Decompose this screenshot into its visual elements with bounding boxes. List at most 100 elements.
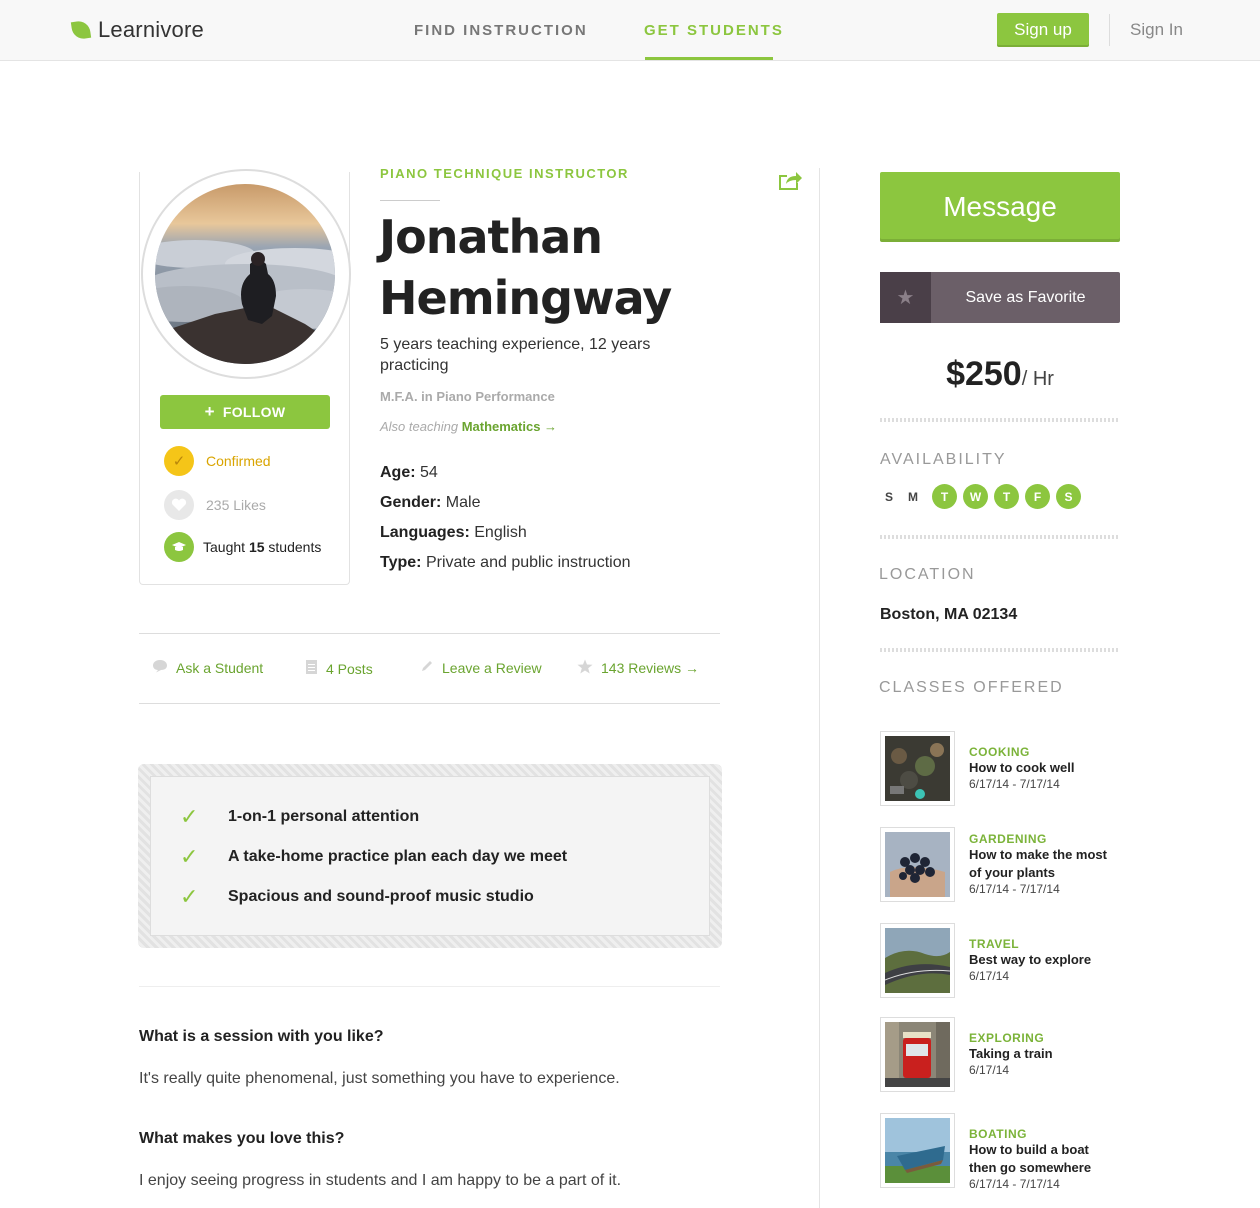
availability-day: F (1025, 484, 1050, 509)
class-item[interactable]: EXPLORING Taking a train 6/17/14 (880, 1017, 1119, 1092)
class-category: BOATING (969, 1127, 1027, 1141)
role-divider (380, 200, 440, 201)
confirmed-label: Confirmed (206, 453, 271, 469)
price-unit: / Hr (1021, 368, 1054, 390)
taught-text: Taught 15 students (203, 539, 322, 555)
instructor-details: Age: 54 Gender: Male Languages: English … (380, 458, 631, 578)
classes-heading: CLASSES OFFERED (879, 679, 1064, 696)
dotted-divider (880, 418, 1118, 422)
boat-image (885, 1118, 950, 1183)
likes-count: 235 Likes (206, 497, 266, 513)
road-image (885, 928, 950, 993)
brand-logo[interactable]: Learnivore (70, 17, 204, 43)
class-date: 6/17/14 - 7/17/14 (969, 777, 1060, 791)
tram-image (885, 1022, 950, 1087)
class-title: How to cook well (969, 760, 1075, 775)
brand-name: Learnivore (98, 17, 204, 42)
taught-row: Taught 15 students (164, 532, 321, 562)
detail-languages: Languages: English (380, 524, 527, 541)
signin-link[interactable]: Sign In (1130, 20, 1183, 40)
follow-button[interactable]: + FOLLOW (160, 395, 330, 429)
ask-student-link[interactable]: Ask a Student (152, 659, 263, 676)
top-navigation-bar: Learnivore FIND INSTRUCTION GET STUDENTS… (0, 0, 1260, 61)
class-date: 6/17/14 - 7/17/14 (969, 1177, 1060, 1191)
dotted-divider (880, 535, 1118, 539)
avatar-photo (155, 184, 335, 364)
availability-day: W (963, 484, 988, 509)
share-icon[interactable] (777, 169, 803, 196)
document-icon (305, 659, 318, 678)
confirmed-badge-icon: ✓ (164, 446, 194, 476)
location-text: Boston, MA 02134 (880, 606, 1018, 623)
class-title: Best way to explore (969, 952, 1092, 967)
message-button[interactable]: Message (880, 172, 1120, 242)
class-category: COOKING (969, 745, 1030, 759)
plus-icon: + (204, 402, 215, 421)
degree-text: M.F.A. in Piano Performance (380, 389, 555, 404)
class-date: 6/17/14 (969, 969, 1010, 983)
answer-text: It's really quite phenomenal, just somet… (139, 1070, 620, 1087)
experience-text: 5 years teaching experience, 12 years pr… (380, 336, 651, 374)
class-thumbnail (880, 1017, 955, 1092)
leave-review-link[interactable]: Leave a Review (420, 659, 542, 676)
nav-find-instruction[interactable]: FIND INSTRUCTION (414, 22, 588, 39)
class-date: 6/17/14 - 7/17/14 (969, 882, 1060, 896)
class-title: Taking a train (969, 1046, 1053, 1061)
detail-age: Age: 54 (380, 464, 438, 481)
class-item[interactable]: TRAVEL Best way to explore 6/17/14 (880, 923, 1119, 998)
location-heading: LOCATION (879, 566, 976, 583)
also-teaching: Also teaching Mathematics → (380, 419, 558, 434)
berries-image (885, 832, 950, 897)
check-icon: ✓ (180, 884, 199, 909)
price-amount: $250 (946, 355, 1022, 393)
section-divider (139, 986, 720, 987)
nav-get-students[interactable]: GET STUDENTS (644, 22, 784, 39)
cooking-image (885, 736, 950, 801)
save-favorite-label: Save as Favorite (965, 288, 1086, 306)
answer-text: I enjoy seeing progress in students and … (139, 1172, 622, 1189)
class-item[interactable]: BOATING How to build a boat then go some… (880, 1113, 1119, 1191)
class-thumbnail (880, 923, 955, 998)
class-title: How to make the most of your plants (969, 847, 1107, 880)
check-icon: ✓ (180, 844, 199, 869)
header-divider (1109, 14, 1110, 46)
reviews-link[interactable]: 143 Reviews → (577, 659, 699, 677)
dotted-divider (880, 648, 1118, 652)
star-icon (577, 659, 593, 677)
availability-day: T (994, 484, 1019, 509)
follow-label: FOLLOW (222, 404, 286, 420)
detail-gender: Gender: Male (380, 494, 481, 511)
class-category: GARDENING (969, 832, 1047, 846)
also-teaching-link[interactable]: Mathematics → (462, 419, 557, 434)
availability-days: SMTWTFS (880, 484, 1081, 509)
class-date: 6/17/14 (969, 1063, 1010, 1077)
availability-day: M (908, 489, 918, 504)
hourly-rate: $250/ Hr (880, 355, 1120, 394)
availability-day: T (932, 484, 957, 509)
class-item[interactable]: GARDENING How to make the most of your p… (880, 818, 1119, 902)
class-item[interactable]: COOKING How to cook well 6/17/14 - 7/17/… (880, 731, 1119, 806)
availability-day: S (1056, 484, 1081, 509)
avatar (155, 184, 335, 364)
save-favorite-button[interactable]: ★ Save as Favorite (880, 272, 1120, 323)
star-icon: ★ (880, 272, 931, 323)
class-category: EXPLORING (969, 1031, 1045, 1045)
detail-type: Type: Private and public instruction (380, 554, 631, 571)
feature-item: ✓ 1-on-1 personal attention (180, 804, 420, 829)
feature-item: ✓ A take-home practice plan each day we … (180, 844, 568, 869)
graduation-cap-icon (164, 532, 194, 562)
likes-row[interactable]: 235 Likes (164, 490, 266, 520)
posts-link[interactable]: 4 Posts (305, 659, 373, 678)
pencil-icon (420, 659, 434, 676)
availability-heading: AVAILABILITY (880, 451, 1007, 468)
availability-day: S (884, 489, 893, 504)
check-icon: ✓ (180, 804, 199, 829)
question-heading: What is a session with you like? (139, 1028, 384, 1045)
class-thumbnail (880, 1113, 955, 1188)
confirmed-row: ✓ Confirmed (164, 446, 271, 476)
class-thumbnail (880, 731, 955, 806)
instructor-role: PIANO TECHNIQUE INSTRUCTOR (380, 166, 629, 181)
instructor-name: Jonathan Hemingway (379, 210, 672, 325)
signup-button[interactable]: Sign up (997, 13, 1089, 47)
question-heading: What makes you love this? (139, 1130, 345, 1147)
